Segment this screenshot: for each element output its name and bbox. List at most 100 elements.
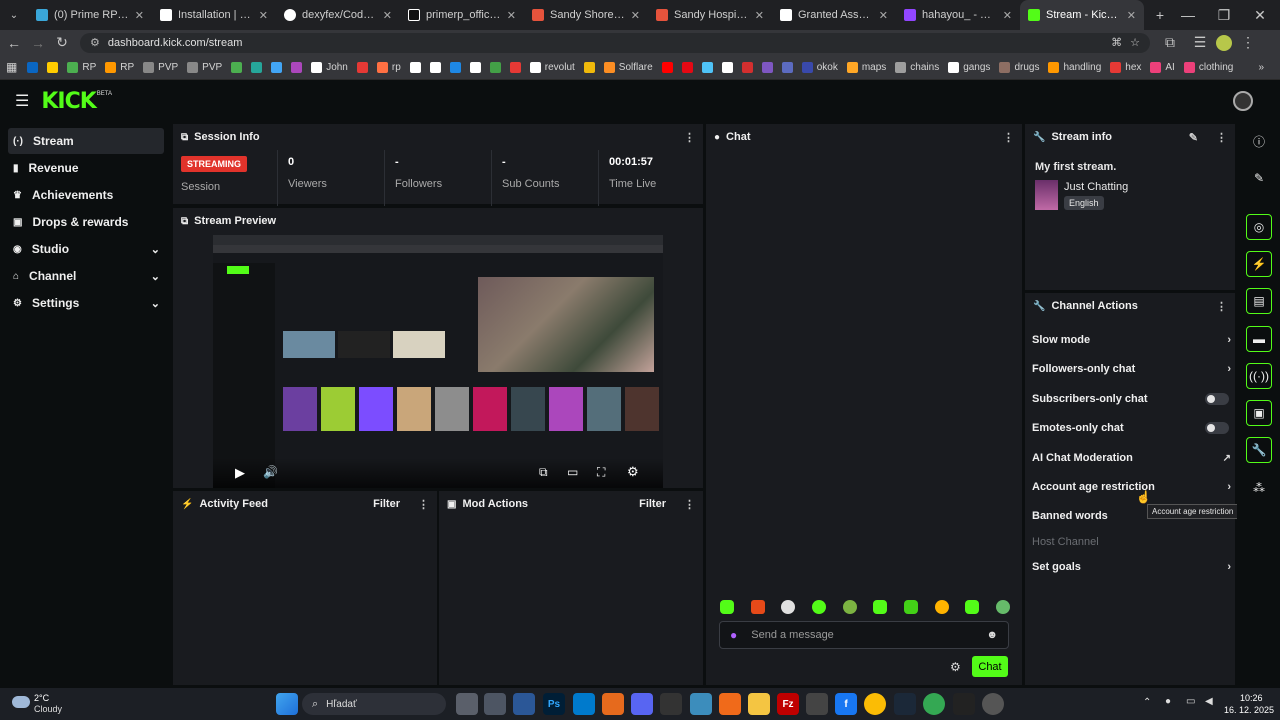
account-age-restriction-row[interactable]: Account age restriction ›	[1025, 473, 1235, 501]
more-options-icon[interactable]: ⋮	[684, 131, 695, 144]
close-tab-icon[interactable]: ✕	[135, 9, 144, 22]
category-name[interactable]: Just Chatting	[1064, 181, 1128, 193]
apps-grid-icon[interactable]: ▦	[6, 60, 17, 74]
filter-button[interactable]: Filter	[639, 498, 666, 510]
sidebar-item-channel[interactable]: ⌂ Channel ⌄	[8, 263, 164, 289]
more-options-icon[interactable]: ⋮	[1216, 300, 1227, 313]
bookmark-item[interactable]: RP	[105, 61, 134, 73]
close-tab-icon[interactable]: ✕	[879, 9, 888, 22]
chat-send-button[interactable]: Chat	[972, 656, 1008, 677]
document-icon[interactable]: ▤	[1246, 288, 1272, 314]
bookmark-item[interactable]: handling	[1048, 61, 1101, 73]
emoji-icon[interactable]: ☻	[986, 629, 998, 641]
new-tab-icon[interactable]: +	[1148, 3, 1172, 27]
bookmark-item[interactable]: hex	[1110, 61, 1141, 73]
bookmark-item[interactable]: maps	[846, 61, 886, 73]
more-options-icon[interactable]: ⋮	[418, 498, 429, 511]
vscode-icon[interactable]	[573, 693, 595, 715]
clock-time[interactable]: 10:26	[1240, 693, 1263, 703]
chrome-active-icon[interactable]	[923, 693, 945, 715]
terminal-icon[interactable]	[953, 693, 975, 715]
tab-search-chevron-icon[interactable]: ⌄	[0, 3, 28, 27]
bookmark-item[interactable]	[429, 61, 441, 73]
bookmark-item[interactable]	[489, 61, 501, 73]
user-avatar[interactable]	[1233, 91, 1253, 111]
bookmark-item[interactable]	[681, 61, 693, 73]
more-options-icon[interactable]: ⋮	[1216, 131, 1227, 144]
bookmark-item[interactable]	[701, 61, 713, 73]
close-tab-icon[interactable]: ✕	[259, 9, 268, 22]
bookmark-item[interactable]	[356, 61, 368, 73]
volume-tray-icon[interactable]: ◀	[1205, 696, 1213, 707]
edit-pencil-icon[interactable]: ✎	[1189, 131, 1198, 144]
browser-tab[interactable]: Sandy Shores Hospit✕	[524, 0, 648, 30]
site-info-icon[interactable]: ⚙	[90, 36, 100, 49]
emote-icon[interactable]	[750, 600, 765, 614]
emote-icon[interactable]	[903, 600, 918, 614]
minimize-icon[interactable]: —	[1176, 3, 1200, 27]
bookmark-item[interactable]	[409, 61, 421, 73]
sidebar-item-drops[interactable]: ▣ Drops & rewards	[8, 209, 164, 235]
app-icon[interactable]	[982, 693, 1004, 715]
chat-settings-gear-icon[interactable]: ⚙	[950, 660, 961, 674]
emotes-only-row[interactable]: Emotes-only chat	[1025, 414, 1235, 442]
app-icon[interactable]	[513, 693, 535, 715]
bookmark-item[interactable]	[721, 61, 733, 73]
hamburger-menu-icon[interactable]: ☰	[15, 91, 29, 111]
task-view-icon[interactable]	[456, 693, 478, 715]
bookmark-item[interactable]: clothing	[1183, 61, 1233, 73]
clock-date[interactable]: 16. 12. 2025	[1224, 705, 1274, 715]
browser-tab[interactable]: Granted Assets - Cfx✕	[772, 0, 896, 30]
sidebar-item-achievements[interactable]: ♛ Achievements	[8, 182, 164, 208]
profile-avatar-icon[interactable]	[1212, 31, 1236, 55]
reading-list-icon[interactable]: ☰	[1188, 31, 1212, 55]
more-options-icon[interactable]: ⋮	[684, 498, 695, 511]
broadcast-icon[interactable]: ((·))	[1246, 363, 1272, 389]
app-icon[interactable]	[660, 693, 682, 715]
browser-tab[interactable]: primerp_official1 (@p✕	[400, 0, 524, 30]
forward-icon[interactable]: →	[26, 31, 50, 55]
emote-icon[interactable]	[720, 600, 734, 614]
sidebar-item-revenue[interactable]: ▮ Revenue	[8, 155, 164, 181]
wrench-icon[interactable]: 🔧	[1246, 437, 1272, 463]
pip-icon[interactable]: ⧉	[539, 465, 548, 480]
chrome-icon[interactable]	[864, 693, 886, 715]
translate-icon[interactable]: ⌘	[1111, 36, 1122, 49]
close-tab-icon[interactable]: ✕	[507, 9, 516, 22]
app-icon[interactable]	[719, 693, 741, 715]
close-tab-icon[interactable]: ✕	[1003, 9, 1012, 22]
set-goals-row[interactable]: Set goals ›	[1025, 553, 1235, 581]
bookmark-item[interactable]	[583, 61, 595, 73]
photoshop-icon[interactable]: Ps	[543, 693, 565, 715]
settings-gear-icon[interactable]: ⚙	[627, 464, 639, 480]
bookmark-item[interactable]: rp	[376, 61, 401, 73]
browser-tab[interactable]: (0) Prime RP - Live Co✕	[28, 0, 152, 30]
browser-tab[interactable]: dexyfex/CodeWalker✕	[276, 0, 400, 30]
bookmark-item[interactable]	[251, 61, 263, 73]
discord-icon[interactable]	[631, 693, 653, 715]
bookmark-item[interactable]	[761, 61, 773, 73]
lightning-icon[interactable]: ⚡	[1246, 251, 1272, 277]
back-icon[interactable]: ←	[2, 31, 26, 55]
sidebar-item-settings[interactable]: ⚙ Settings ⌄	[8, 290, 164, 316]
emote-icon[interactable]	[995, 600, 1010, 614]
restore-icon[interactable]: ❐	[1212, 3, 1236, 27]
settings-app-icon[interactable]	[484, 693, 506, 715]
filezilla-icon[interactable]: Fz	[777, 693, 799, 715]
bookmark-star-icon[interactable]: ☆	[1130, 36, 1140, 49]
bookmark-item[interactable]: RP	[67, 61, 96, 73]
extensions-icon[interactable]: ⧉	[1158, 31, 1182, 55]
bookmark-item[interactable]	[781, 61, 793, 73]
bookmark-item[interactable]: Solflare	[603, 61, 653, 73]
bookmark-item[interactable]: AI	[1150, 61, 1175, 73]
play-icon[interactable]: ▶	[235, 465, 245, 481]
windows-start-icon[interactable]	[276, 693, 298, 715]
sidebar-item-stream[interactable]: (·) Stream	[8, 128, 164, 154]
apps-icon[interactable]: ⁂	[1246, 475, 1272, 501]
subscribers-only-toggle[interactable]	[1205, 393, 1229, 405]
bookmark-item[interactable]: John	[311, 61, 348, 73]
bookmark-item[interactable]: revolut	[529, 61, 575, 73]
emote-icon[interactable]	[965, 600, 980, 614]
file-explorer-icon[interactable]	[748, 693, 770, 715]
mod-icon[interactable]: ▣	[1246, 400, 1272, 426]
